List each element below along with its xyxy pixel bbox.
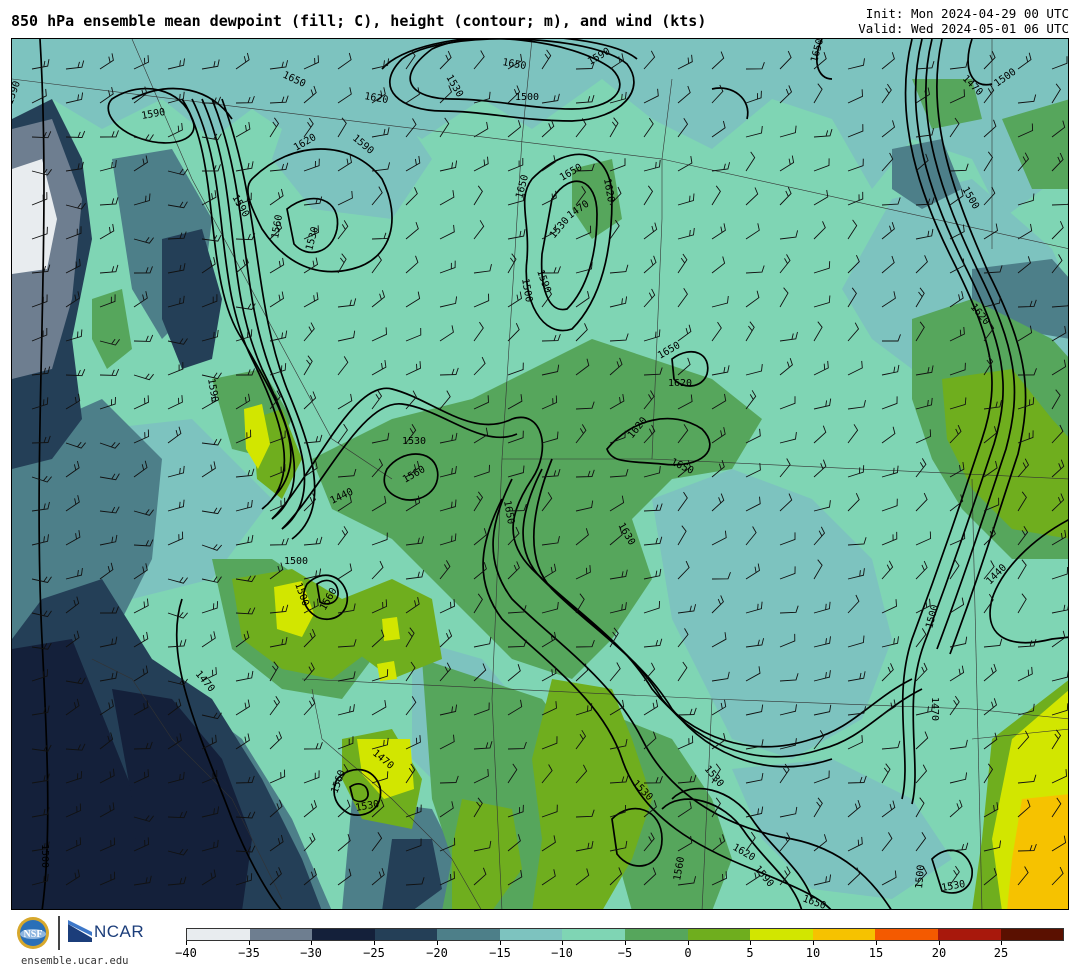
colorbar-tick-mark	[750, 941, 751, 945]
colorbar-tick-mark	[562, 941, 563, 945]
colorbar-tick-label: 25	[993, 946, 1009, 960]
colorbar-swatch	[187, 929, 250, 940]
colorbar-tick-mark	[876, 941, 877, 945]
dewpoint-colorbar	[186, 928, 1064, 941]
logo-divider	[58, 916, 60, 950]
logo-area: NSF NCAR ensemble.ucar.edu	[14, 912, 154, 970]
init-time: Init: Mon 2024-04-29 00 UTC	[865, 6, 1069, 21]
site-url[interactable]: ensemble.ucar.edu	[21, 955, 128, 967]
colorbar-swatch	[249, 929, 313, 940]
colorbar-swatch	[625, 929, 688, 940]
colorbar-swatch	[687, 929, 751, 940]
colorbar-tick-label: 15	[868, 946, 884, 960]
colorbar-tick-label: −40	[175, 946, 197, 960]
colorbar-swatch	[374, 929, 438, 940]
colorbar-tick-label: −15	[489, 946, 511, 960]
colorbar-tick-mark	[625, 941, 626, 945]
colorbar-tick-mark	[374, 941, 375, 945]
colorbar-swatch	[875, 929, 938, 940]
colorbar-swatch	[312, 929, 375, 940]
colorbar-swatch	[562, 929, 626, 940]
colorbar-tick-label: −30	[300, 946, 322, 960]
nsf-logo-text: NSF	[24, 929, 43, 940]
colorbar-tick-label: 10	[805, 946, 821, 960]
map-title: 850 hPa ensemble mean dewpoint (fill; C)…	[11, 12, 707, 30]
valid-time: Valid: Wed 2024-05-01 06 UTC	[858, 21, 1069, 36]
colorbar-tick-label: 20	[931, 946, 947, 960]
colorbar-tick-mark	[1001, 941, 1002, 945]
ncar-logo-mark	[68, 920, 92, 942]
contour-label: 1500	[515, 92, 539, 103]
colorbar-tick-label: 5	[746, 946, 754, 960]
ncar-logo-text: NCAR	[94, 922, 145, 941]
colorbar-ticks: −40 −35 −30 −25 −20 −15 −10 −5 0 5 10 15 20 25	[175, 941, 1064, 963]
contour-label: 1620	[668, 378, 692, 389]
colorbar-tick-label: 0	[684, 946, 692, 960]
colorbar-tick-mark	[186, 941, 187, 945]
colorbar-swatch	[937, 929, 1001, 940]
colorbar-tick-mark	[813, 941, 814, 945]
colorbar-swatch	[750, 929, 813, 940]
colorbar-tick-label: −25	[363, 946, 385, 960]
contour-label: 1500	[914, 864, 927, 889]
colorbar-swatch	[499, 929, 563, 940]
contour-label: 1500	[39, 844, 50, 868]
nsf-logo: NSF	[17, 917, 49, 949]
colorbar-tick-mark	[311, 941, 312, 945]
contour-label: 1470	[929, 697, 940, 721]
colorbar-tick-label: −5	[617, 946, 633, 960]
colorbar-tick-mark	[688, 941, 689, 945]
contour-label: 1530	[402, 436, 426, 447]
colorbar-tick-label: −10	[551, 946, 573, 960]
colorbar-tick-label: −35	[238, 946, 260, 960]
contour-label: 1500	[284, 556, 308, 567]
colorbar-tick-label: −20	[426, 946, 448, 960]
colorbar-tick-mark	[500, 941, 501, 945]
colorbar-swatch	[1000, 929, 1064, 940]
colorbar-tick-mark	[939, 941, 940, 945]
colorbar-tick-mark	[437, 941, 438, 945]
colorbar-tick-mark	[249, 941, 250, 945]
colorbar-swatch	[437, 929, 500, 940]
colorbar-swatch	[812, 929, 876, 940]
map-panel[interactable]: 1590 1650 1620 1530 1650 1590 1500 1590 …	[11, 38, 1069, 910]
